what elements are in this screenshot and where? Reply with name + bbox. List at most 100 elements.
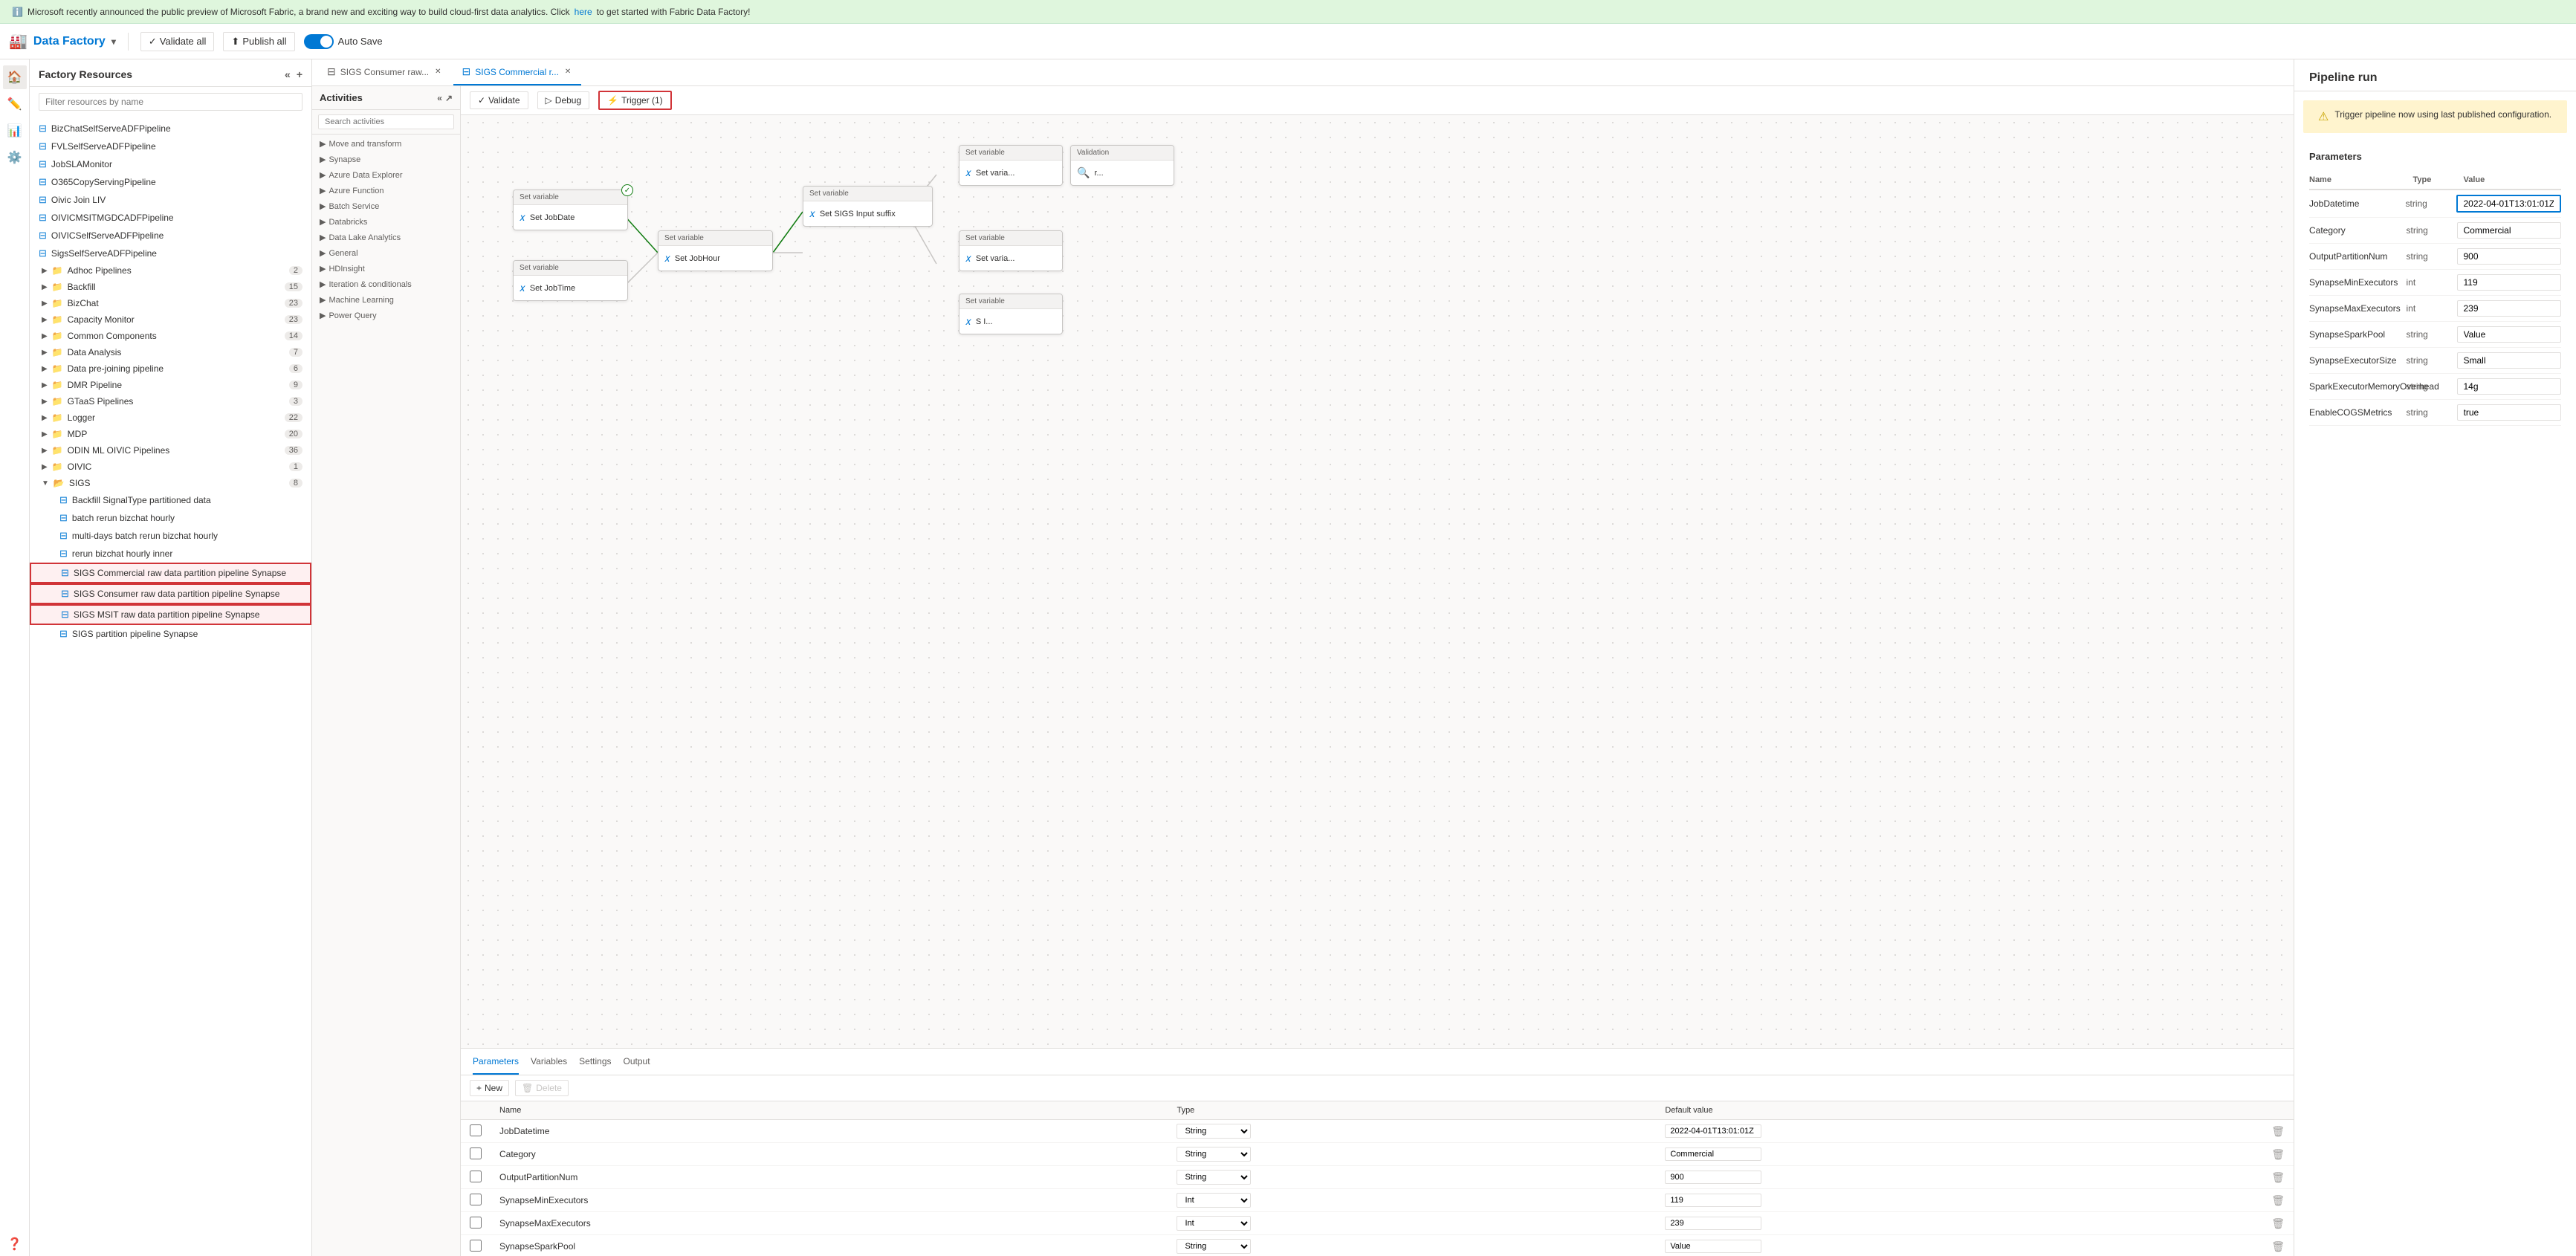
sigs-rerun[interactable]: ⊟ rerun bizchat hourly inner bbox=[30, 545, 311, 563]
folder-oivic[interactable]: ▶ 📁 OIVIC 1 bbox=[30, 459, 311, 475]
sigs-multi-days[interactable]: ⊟ multi-days batch rerun bizchat hourly bbox=[30, 527, 311, 545]
activity-group-azure-function[interactable]: ▶ Azure Function bbox=[312, 181, 460, 197]
activity-group-power-query[interactable]: ▶ Power Query bbox=[312, 306, 460, 322]
param-checkbox[interactable] bbox=[470, 1171, 482, 1182]
folder-sigs[interactable]: ▼ 📂 SIGS 8 bbox=[30, 475, 311, 491]
bottom-tab-settings[interactable]: Settings bbox=[579, 1049, 611, 1075]
sidebar-item-home[interactable]: 🏠 bbox=[3, 65, 27, 89]
activity-group-move[interactable]: ▶ Move and transform bbox=[312, 135, 460, 150]
param-delete-button[interactable]: 🗑 bbox=[2271, 1125, 2285, 1138]
run-param-value-input[interactable] bbox=[2457, 274, 2562, 291]
brand-dropdown-icon[interactable]: ▾ bbox=[111, 36, 116, 47]
sidebar-item-help[interactable]: ❓ bbox=[3, 1232, 27, 1256]
resources-search-input[interactable] bbox=[39, 93, 302, 111]
param-type-select[interactable]: String String Int Bool Float Array Objec… bbox=[1177, 1124, 1251, 1139]
tab-consumer[interactable]: ⊟ SIGS Consumer raw... ✕ bbox=[318, 59, 452, 85]
folder-common[interactable]: ▶ 📁 Common Components 14 bbox=[30, 328, 311, 344]
new-parameter-button[interactable]: + New bbox=[470, 1080, 509, 1096]
activity-group-general[interactable]: ▶ General bbox=[312, 244, 460, 259]
sigs-partition[interactable]: ⊟ SIGS partition pipeline Synapse bbox=[30, 625, 311, 643]
bottom-tab-output[interactable]: Output bbox=[624, 1049, 650, 1075]
run-param-value-input[interactable] bbox=[2457, 326, 2562, 343]
run-param-value-input[interactable] bbox=[2457, 222, 2562, 239]
node-set-var-mid[interactable]: Set variable 𝑥 Set varia... bbox=[959, 230, 1063, 271]
param-delete-button[interactable]: 🗑 bbox=[2271, 1148, 2285, 1161]
tab-close-consumer[interactable]: ✕ bbox=[433, 66, 442, 77]
bottom-tab-variables[interactable]: Variables bbox=[531, 1049, 567, 1075]
activity-group-batch[interactable]: ▶ Batch Service bbox=[312, 197, 460, 213]
param-type-select[interactable]: Int String Int Bool Float Array Object bbox=[1177, 1193, 1251, 1208]
add-resource-icon[interactable]: + bbox=[297, 68, 302, 80]
sigs-batch-rerun[interactable]: ⊟ batch rerun bizchat hourly bbox=[30, 509, 311, 527]
debug-button[interactable]: ▷ Debug bbox=[537, 91, 590, 109]
folder-gtaas[interactable]: ▶ 📁 GTaaS Pipelines 3 bbox=[30, 393, 311, 410]
tree-item-oivic-join[interactable]: ⊟ Oivic Join LIV bbox=[30, 191, 311, 209]
folder-bizchat[interactable]: ▶ 📁 BizChat 23 bbox=[30, 295, 311, 311]
activity-group-ml[interactable]: ▶ Machine Learning bbox=[312, 291, 460, 306]
folder-adhoc[interactable]: ▶ 📁 Adhoc Pipelines 2 bbox=[30, 262, 311, 279]
sidebar-item-edit[interactable]: ✏️ bbox=[3, 92, 27, 116]
run-param-value-input[interactable] bbox=[2457, 352, 2562, 369]
tree-item-fvl[interactable]: ⊟ FVLSelfServeADFPipeline bbox=[30, 137, 311, 155]
publish-all-button[interactable]: ⬆ Publish all bbox=[223, 32, 294, 51]
delete-parameter-button[interactable]: 🗑 Delete bbox=[515, 1080, 569, 1096]
param-type-select[interactable]: String String Int Bool Float Array Objec… bbox=[1177, 1239, 1251, 1254]
activity-group-hdinsight[interactable]: ▶ HDInsight bbox=[312, 259, 460, 275]
param-delete-button[interactable]: 🗑 bbox=[2271, 1194, 2285, 1207]
trigger-button[interactable]: ⚡ Trigger (1) bbox=[598, 91, 672, 110]
sigs-commercial[interactable]: ⊟ SIGS Commercial raw data partition pip… bbox=[30, 563, 311, 583]
param-type-select[interactable]: String String Int Bool Float Array Objec… bbox=[1177, 1170, 1251, 1185]
folder-odin[interactable]: ▶ 📁 ODIN ML OIVIC Pipelines 36 bbox=[30, 442, 311, 459]
activity-group-iteration[interactable]: ▶ Iteration & conditionals bbox=[312, 275, 460, 291]
param-checkbox[interactable] bbox=[470, 1147, 482, 1159]
activity-group-synapse[interactable]: ▶ Synapse bbox=[312, 150, 460, 166]
node-validation[interactable]: Validation 🔍 r... bbox=[1070, 145, 1174, 186]
collapse-icon[interactable]: « bbox=[285, 68, 291, 80]
node-set-var-top[interactable]: Set variable 𝑥 Set varia... bbox=[959, 145, 1063, 186]
folder-capacity[interactable]: ▶ 📁 Capacity Monitor 23 bbox=[30, 311, 311, 328]
folder-backfill[interactable]: ▶ 📁 Backfill 15 bbox=[30, 279, 311, 295]
tree-item-o365[interactable]: ⊟ O365CopyServingPipeline bbox=[30, 173, 311, 191]
param-type-select[interactable]: String String Int Bool Float Array Objec… bbox=[1177, 1147, 1251, 1162]
sigs-consumer[interactable]: ⊟ SIGS Consumer raw data partition pipel… bbox=[30, 583, 311, 604]
tree-item-jobsla[interactable]: ⊟ JobSLAMonitor bbox=[30, 155, 311, 173]
folder-data-pre[interactable]: ▶ 📁 Data pre-joining pipeline 6 bbox=[30, 360, 311, 377]
folder-logger[interactable]: ▶ 📁 Logger 22 bbox=[30, 410, 311, 426]
notification-link[interactable]: here bbox=[575, 7, 592, 17]
param-value-input[interactable] bbox=[1665, 1217, 1761, 1230]
param-checkbox[interactable] bbox=[470, 1194, 482, 1205]
activity-group-azure-explorer[interactable]: ▶ Azure Data Explorer bbox=[312, 166, 460, 181]
activities-search-input[interactable] bbox=[318, 114, 454, 129]
activities-expand-icon[interactable]: ↗ bbox=[445, 93, 453, 103]
run-param-value-input[interactable] bbox=[2457, 248, 2562, 265]
auto-save-toggle[interactable] bbox=[304, 34, 334, 49]
bottom-tab-parameters[interactable]: Parameters bbox=[473, 1049, 519, 1075]
sigs-backfill[interactable]: ⊟ Backfill SignalType partitioned data bbox=[30, 491, 311, 509]
param-value-input[interactable] bbox=[1665, 1171, 1761, 1184]
sigs-msit[interactable]: ⊟ SIGS MSIT raw data partition pipeline … bbox=[30, 604, 311, 625]
sidebar-item-manage[interactable]: ⚙️ bbox=[3, 146, 27, 169]
run-param-value-input[interactable] bbox=[2456, 195, 2562, 213]
tab-close-commercial[interactable]: ✕ bbox=[563, 66, 572, 77]
param-delete-button[interactable]: 🗑 bbox=[2271, 1217, 2285, 1230]
param-checkbox[interactable] bbox=[470, 1124, 482, 1136]
activities-collapse-icon[interactable]: « bbox=[437, 93, 442, 103]
node-set-jobhour[interactable]: Set variable 𝑥 Set JobHour bbox=[658, 230, 773, 271]
activity-group-databricks[interactable]: ▶ Databricks bbox=[312, 213, 460, 228]
param-value-input[interactable] bbox=[1665, 1194, 1761, 1207]
tree-item-bizchat[interactable]: ⊟ BizChatSelfServeADFPipeline bbox=[30, 120, 311, 137]
validate-button[interactable]: ✓ Validate bbox=[470, 91, 528, 109]
activity-group-datalake[interactable]: ▶ Data Lake Analytics bbox=[312, 228, 460, 244]
param-value-input[interactable] bbox=[1665, 1240, 1761, 1253]
param-value-input[interactable] bbox=[1665, 1147, 1761, 1161]
node-set-var-bot[interactable]: Set variable 𝑥 S I... bbox=[959, 294, 1063, 334]
folder-dmr[interactable]: ▶ 📁 DMR Pipeline 9 bbox=[30, 377, 311, 393]
pipeline-canvas[interactable]: Set variable 𝑥 Set JobDate ✓ Set variabl… bbox=[461, 115, 2294, 1048]
run-param-value-input[interactable] bbox=[2457, 404, 2562, 421]
param-delete-button[interactable]: 🗑 bbox=[2271, 1171, 2285, 1184]
tab-commercial[interactable]: ⊟ SIGS Commercial r... ✕ bbox=[453, 59, 582, 85]
tree-item-oivicmsit[interactable]: ⊟ OIVICMSITMGDCADFPipeline bbox=[30, 209, 311, 227]
run-param-value-input[interactable] bbox=[2457, 378, 2562, 395]
param-delete-button[interactable]: 🗑 bbox=[2271, 1240, 2285, 1253]
param-type-select[interactable]: Int String Int Bool Float Array Object bbox=[1177, 1216, 1251, 1231]
